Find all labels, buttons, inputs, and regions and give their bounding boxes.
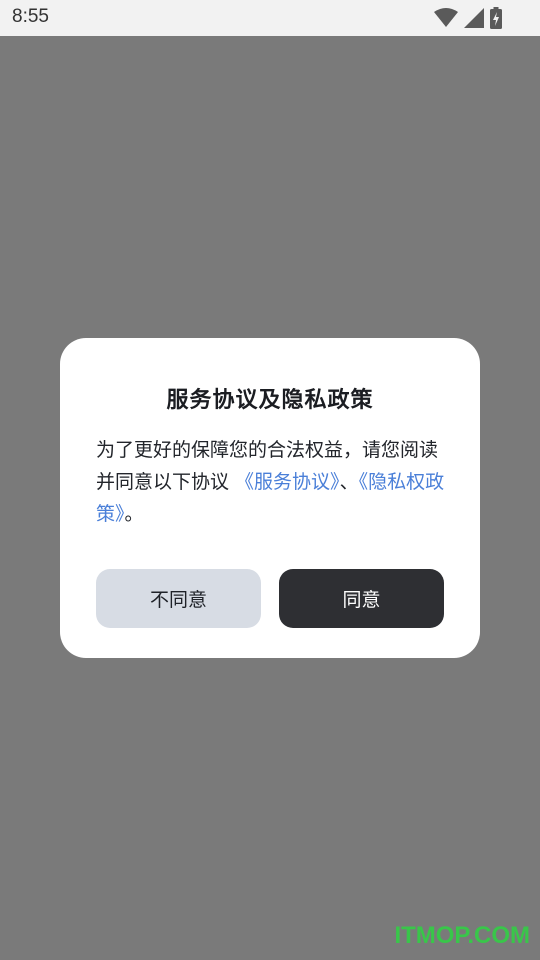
body-suffix: 。 xyxy=(124,503,144,525)
signal-icon xyxy=(464,8,484,28)
service-agreement-link[interactable]: 《服务协议》 xyxy=(235,471,340,493)
status-bar: 8:55 xyxy=(0,0,540,36)
dialog-title: 服务协议及隐私政策 xyxy=(166,388,374,413)
wifi-icon xyxy=(434,8,458,27)
disagree-button[interactable]: 不同意 xyxy=(96,569,261,628)
battery-charging-icon xyxy=(490,7,502,29)
privacy-dialog: 服务协议及隐私政策 为了更好的保障您的合法权益，请您阅读并同意以下协议 《服务协… xyxy=(60,338,480,658)
agree-button[interactable]: 同意 xyxy=(279,569,444,628)
status-time: 8:55 xyxy=(12,6,49,27)
dialog-body: 为了更好的保障您的合法权益，请您阅读并同意以下协议 《服务协议》、《隐私权政策》… xyxy=(96,434,446,530)
status-icons xyxy=(434,7,502,29)
watermark-logo: ITMOP.COM xyxy=(394,922,530,949)
body-separator: 、 xyxy=(339,471,359,493)
